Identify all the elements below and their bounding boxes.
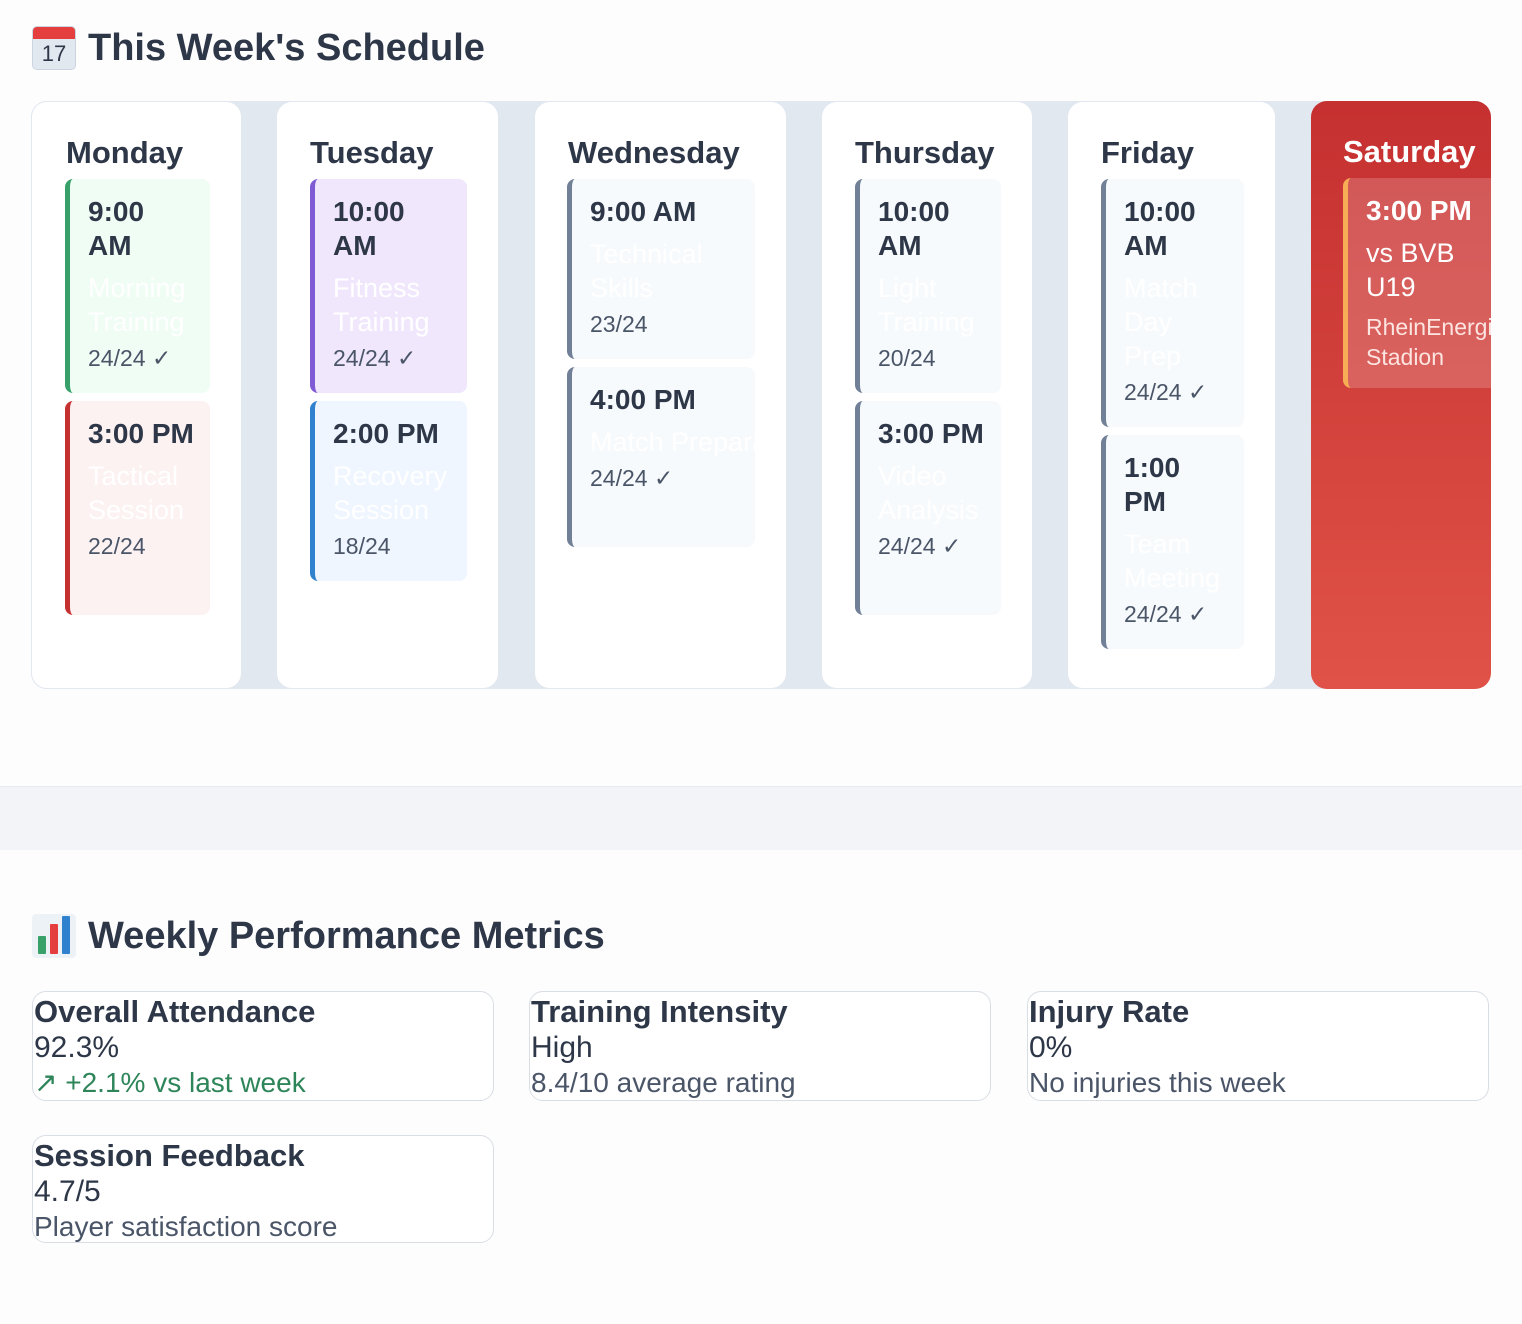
metrics-title: Weekly Performance Metrics — [88, 914, 605, 957]
session-time: 10:00 AM — [333, 196, 405, 261]
metric-card-attendance: Overall Attendance 92.3% ↗ +2.1% vs last… — [32, 991, 494, 1101]
session-title: Match Preparation — [590, 427, 755, 457]
metric-trend: ↗ +2.1% vs last week — [34, 1067, 306, 1098]
metric-subtext: Player satisfaction score — [34, 1211, 338, 1242]
match-opponent: vs BVB U19 — [1366, 238, 1455, 302]
session-card[interactable]: 3:00 PM Tactical Session 22/24 — [65, 401, 210, 615]
session-attendance: 24/24 ✓ — [878, 533, 962, 559]
metric-title: Session Feedback — [34, 1138, 305, 1173]
session-attendance: 18/24 — [333, 533, 391, 559]
session-title: Video Analysis — [878, 461, 979, 525]
match-card[interactable]: 3:00 PM vs BVB U19 RheinEnergieStadion — [1343, 178, 1491, 388]
session-attendance: 23/24 — [590, 311, 648, 337]
metric-value: High — [531, 1031, 593, 1064]
session-title: Match Day Prep — [1124, 273, 1198, 371]
session-card[interactable]: 10:00 AM Match Day Prep 24/24 ✓ — [1101, 179, 1244, 427]
session-time: 3:00 PM — [88, 418, 194, 449]
day-name: Monday — [66, 135, 184, 170]
metric-subtext: 8.4/10 average rating — [531, 1067, 796, 1098]
session-card[interactable]: 3:00 PM Video Analysis 24/24 ✓ — [855, 401, 1001, 615]
metric-value: 0% — [1029, 1031, 1073, 1064]
session-card[interactable]: 10:00 AM Fitness Training 24/24 ✓ — [310, 179, 467, 393]
metric-title: Overall Attendance — [34, 994, 316, 1029]
session-time: 3:00 PM — [878, 418, 984, 449]
session-attendance: 24/24 ✓ — [1124, 601, 1208, 627]
session-time: 10:00 AM — [878, 196, 950, 261]
metric-value: 4.7/5 — [34, 1175, 101, 1208]
session-attendance: 24/24 ✓ — [1124, 379, 1208, 405]
metric-title: Injury Rate — [1029, 994, 1190, 1029]
match-venue: RheinEnergieStadion — [1366, 312, 1491, 372]
session-attendance: 24/24 ✓ — [590, 465, 674, 491]
metric-value: 92.3% — [34, 1031, 120, 1064]
session-attendance: 22/24 — [88, 533, 146, 559]
session-title: Fitness Training — [333, 273, 430, 337]
day-name: Friday — [1101, 135, 1195, 170]
session-title: Tactical Session — [88, 461, 185, 525]
session-time: 2:00 PM — [333, 418, 439, 449]
day-name: Thursday — [855, 135, 995, 170]
session-attendance: 24/24 ✓ — [333, 345, 417, 371]
metric-card-injury-rate: Injury Rate 0% No injuries this week — [1027, 991, 1489, 1101]
session-attendance: 24/24 ✓ — [88, 345, 172, 371]
match-time: 3:00 PM — [1366, 195, 1472, 226]
day-column-wednesday: Wednesday 9:00 AM Technical Skills 23/24… — [534, 101, 787, 689]
session-title: Recovery Session — [333, 461, 448, 525]
day-column-thursday: Thursday 10:00 AM Light Training 20/24 3… — [821, 101, 1033, 689]
metric-title: Training Intensity — [531, 994, 788, 1029]
session-time: 1:00 PM — [1124, 452, 1181, 517]
schedule-heading: 17 This Week's Schedule — [32, 26, 485, 70]
match-venue-text: RheinEnergieStadion — [1366, 314, 1491, 370]
session-card[interactable]: 9:00 AM Morning Training 24/24 ✓ — [65, 179, 210, 393]
session-attendance: 20/24 — [878, 345, 936, 371]
session-time: 10:00 AM — [1124, 196, 1196, 261]
day-name: Tuesday — [310, 135, 434, 170]
session-time: 9:00 AM — [590, 196, 697, 227]
session-card[interactable]: 2:00 PM Recovery Session 18/24 — [310, 401, 467, 581]
session-card[interactable]: 10:00 AM Light Training 20/24 — [855, 179, 1001, 393]
session-card[interactable]: 9:00 AM Technical Skills 23/24 — [567, 179, 755, 359]
section-divider — [0, 786, 1522, 850]
metrics-heading: Weekly Performance Metrics — [32, 914, 605, 958]
session-card[interactable]: 4:00 PM Match Preparation 24/24 ✓ — [567, 367, 755, 547]
schedule-title: This Week's Schedule — [88, 26, 485, 69]
session-title: Technical Skills — [590, 239, 703, 303]
metric-card-intensity: Training Intensity High 8.4/10 average r… — [529, 991, 991, 1101]
session-title: Team Meeting — [1124, 529, 1221, 593]
session-time: 9:00 AM — [88, 196, 145, 261]
session-card[interactable]: 1:00 PM Team Meeting 24/24 ✓ — [1101, 435, 1244, 649]
metric-card-feedback: Session Feedback 4.7/5 Player satisfacti… — [32, 1135, 494, 1243]
day-column-friday: Friday 10:00 AM Match Day Prep 24/24 ✓ 1… — [1067, 101, 1276, 689]
session-time: 4:00 PM — [590, 384, 696, 415]
day-name: Saturday — [1343, 134, 1476, 169]
session-title: Light Training — [878, 273, 975, 337]
bar-chart-icon — [32, 914, 76, 958]
day-column-saturday: Saturday 3:00 PM vs BVB U19 RheinEnergie… — [1311, 101, 1491, 689]
day-column-tuesday: Tuesday 10:00 AM Fitness Training 24/24 … — [276, 101, 499, 689]
day-name: Wednesday — [568, 135, 740, 170]
calendar-icon: 17 — [32, 26, 76, 70]
day-column-monday: Monday 9:00 AM Morning Training 24/24 ✓ … — [31, 101, 242, 689]
session-title: Morning Training — [88, 273, 186, 337]
metric-subtext: No injuries this week — [1029, 1067, 1286, 1098]
